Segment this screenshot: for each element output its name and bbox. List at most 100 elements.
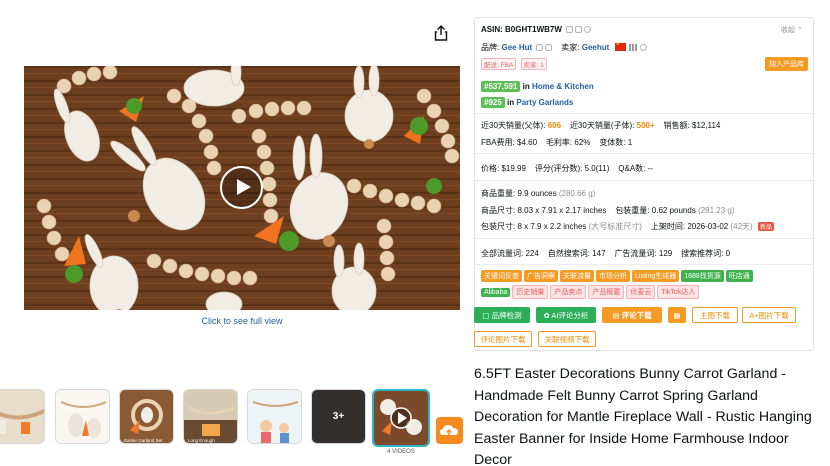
asin-label: ASIN: [481,25,503,34]
seller-count-tag: 卖家: 1 [520,58,547,70]
video-thumbnail[interactable] [372,389,430,447]
table-icon-button[interactable]: ▦ [668,307,686,323]
traffic-row: 全部流量词: 224 自然搜索词: 147 广告流量词: 129 搜索推荐词: … [481,248,730,259]
thumbnail-image[interactable] [0,389,45,444]
tool-tag-alibaba[interactable]: Alibaba [481,288,511,297]
brand-link[interactable]: Gee Hut [501,43,532,52]
seller-link[interactable]: Geehut [582,43,610,52]
traffic-all-value: 224 [525,249,539,258]
revenue-value: $12,114 [692,121,721,130]
search-icon[interactable] [575,26,583,33]
video-play-button[interactable] [220,166,263,209]
tool-tag-1688-source[interactable]: 1688找货源 [681,270,724,282]
price-value: $19.99 [501,164,526,173]
copy-icon[interactable] [536,44,544,51]
divider [475,264,813,265]
chart-icon[interactable] [628,44,638,51]
brand-check-button[interactable]: ▢ 品牌检测 [474,307,530,323]
divider [475,238,813,239]
review-download-button[interactable]: ▤ 评论下载 [602,307,662,323]
location-icon[interactable] [639,44,647,51]
pkg-weight-grams: (281.23 g) [698,206,735,215]
search-icon[interactable] [545,44,553,51]
rank-badge: #537,591 [481,81,521,92]
tool-tag-selling-points[interactable]: 产品卖点 [550,285,587,299]
tool-tags: 关键词反查 广告洞察 关联流量 市场分析 Listing生成器 1688找货源 旺店通 Al… [481,270,811,302]
rating-label: 评分(评分数): [534,164,583,173]
weight-label: 商品重量: [481,189,516,198]
listed-label: 上架时间: [650,222,686,231]
thumbnail-image[interactable]: Easter Garland Set [119,389,174,444]
see-full-view-link[interactable]: Click to see full view [24,316,460,326]
copy-icon[interactable] [566,26,574,33]
tool-tag-keyword-reverse[interactable]: 关键词反查 [481,270,522,282]
sales-parent-value: 606 [547,121,562,130]
weight-row: 商品重量: 9.9 ounces (280.66 g) [481,188,595,199]
tool-tag-related-traffic[interactable]: 关联流量 [560,270,594,282]
location-icon[interactable] [584,26,592,33]
thumbnail-image[interactable]: Long Enough [183,389,238,444]
rank-in-text: in [522,82,530,91]
rank-category-link[interactable]: Home & Kitchen [532,82,594,91]
sales-parent-label: 近30天销量(父体): [481,121,546,130]
traffic-natural-label: 自然搜索词: [547,249,590,258]
tool-tag-sales-history[interactable]: 历史销量 [512,285,549,299]
add-to-library-button[interactable]: 加入产品库 [765,57,808,71]
pkg-size-note: (大号标准尺寸) [588,222,642,231]
main-image-download-button[interactable]: 主图下载 [692,307,738,323]
thumbnail-caption-text: Easter Garland Set [124,438,163,443]
thumbnail-image[interactable] [247,389,302,444]
brand-row: 品牌: Gee Hut 卖家: Geehut [481,41,647,53]
traffic-ad-value: 129 [658,249,673,258]
tool-tag-product-summary[interactable]: 产品概要 [588,285,625,299]
seller-tool-panel: 收起 ⌃ ASIN: B0GHT1WB7W 品牌: Gee Hut 卖家: Ge… [474,17,814,351]
size-label: 商品尺寸: [481,206,516,215]
revenue-label: 销售额: [663,121,690,130]
tool-tag-tiktok-creators[interactable]: TikTok达人 [657,285,700,299]
thumbnail-image[interactable] [55,389,110,444]
tool-tag-listing-generator[interactable]: Listing生成器 [632,270,680,282]
seller-label: 卖家: [561,43,580,52]
asin-row: ASIN: B0GHT1WB7W [481,25,592,34]
a-plus-image-download-button[interactable]: A+图片下载 [742,307,796,323]
shipping-tags: 配送: FBA 卖家: 1 [481,58,549,70]
traffic-rec-value: 0 [725,249,731,258]
tool-tag-youmaiyun[interactable]: 优麦云 [626,285,656,299]
product-title: 6.5FT Easter Decorations Bunny Carrot Ga… [474,366,812,466]
related-video-download-button[interactable]: 关联视频下载 [538,331,596,347]
thumbnail-caption-text: Long Enough [188,438,215,443]
rank-category-link[interactable]: Party Garlands [516,98,573,107]
traffic-all-label: 全部流量词: [481,249,524,258]
rank-badge: #925 [481,97,505,108]
thumbnail-more[interactable]: 3+ [311,389,366,444]
ai-review-analysis-button[interactable]: ✿ AI评论分析 [536,307,596,323]
rank-in-text: in [507,98,515,107]
variants-label: 变体数: [599,138,626,147]
more-thumbnails-count: 3+ [312,390,365,443]
fba-fee-label: FBA费用: [481,138,515,147]
thumbnail-strip: Easter Garland Set Long Enough 3+ [0,389,470,449]
tool-tag-market-analysis[interactable]: 市场分析 [596,270,630,282]
size-row: 商品尺寸: 8.03 x 7.91 x 2.17 inches 包装重量: 0.… [481,205,735,216]
price-label: 价格: [481,164,500,173]
divider [475,180,813,181]
review-image-download-button[interactable]: 评论图片下载 [474,331,532,347]
margin-value: 62% [574,138,591,147]
pkg-weight-value: 0.62 pounds [651,206,696,215]
fee-row: FBA费用: $4.60 毛利率: 62% 变体数: 1 [481,137,632,148]
share-icon[interactable] [432,24,450,42]
qa-label: Q&A数: [618,164,646,173]
rating-value: 5.0(11) [584,164,610,173]
rank-row-2: #925 in Party Garlands [481,97,573,108]
size-value: 8.03 x 7.91 x 2.17 inches [517,206,607,215]
tool-tag-ad-insight[interactable]: 广告洞察 [524,270,558,282]
rank-row-1: #537,591 in Home & Kitchen [481,81,594,92]
tool-tag-wangdiantong[interactable]: 旺店通 [725,270,753,282]
tool-tags-row-2: Alibaba 历史销量 产品卖点 产品概要 优麦云 TikTok达人 [481,285,811,302]
weight-value: 9.9 ounces [517,189,557,198]
traffic-natural-value: 147 [592,249,606,258]
collapse-toggle[interactable]: 收起 ⌃ [781,25,803,35]
china-flag-icon [614,41,626,51]
upload-cloud-button[interactable] [436,417,463,444]
fba-tag: 配送: FBA [481,58,517,70]
